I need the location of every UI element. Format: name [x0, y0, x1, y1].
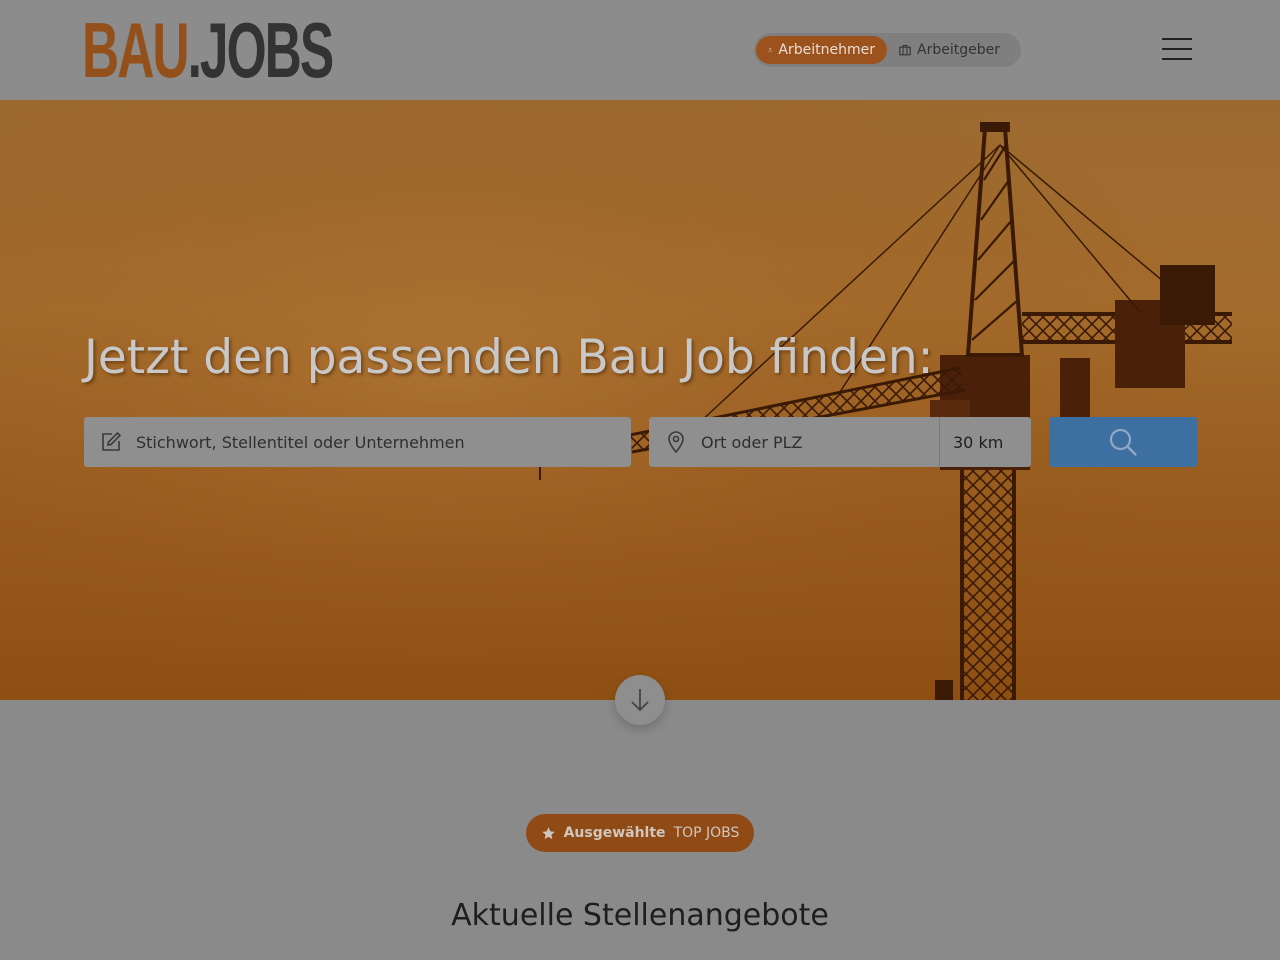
edit-icon	[102, 431, 122, 451]
map-pin-icon	[668, 431, 684, 454]
radius-select[interactable]: 30 km	[939, 417, 1031, 467]
keyword-input[interactable]	[136, 417, 631, 467]
role-button-arbeitgeber[interactable]: Arbeitgeber	[887, 36, 1012, 64]
hamburger-icon[interactable]	[1162, 36, 1192, 62]
site-header: BAU .JOBS Arbeitnehmer Arbeitgeber	[0, 0, 1280, 100]
arrow-down-icon	[631, 689, 649, 712]
location-search-field[interactable]: 30 km	[649, 417, 1031, 467]
role-label-arbeitnehmer: Arbeitnehmer	[778, 42, 875, 58]
site-logo[interactable]: BAU .JOBS	[82, 6, 335, 94]
top-jobs-label: TOP JOBS	[673, 825, 740, 841]
person-icon	[768, 48, 773, 53]
logo-bau: BAU	[82, 6, 190, 94]
hero-section: Jetzt den passenden Bau Job finden: 30 k…	[0, 100, 1280, 700]
role-button-arbeitnehmer[interactable]: Arbeitnehmer	[756, 36, 887, 64]
search-button[interactable]	[1049, 417, 1197, 467]
section-title: Aktuelle Stellenangebote	[451, 898, 829, 933]
keyword-search-field[interactable]	[84, 417, 631, 467]
scroll-down-button[interactable]	[615, 675, 665, 725]
logo-jobs: .JOBS	[187, 6, 335, 94]
search-icon	[1109, 428, 1137, 456]
briefcase-icon	[899, 44, 911, 56]
role-switch: Arbeitnehmer Arbeitgeber	[754, 33, 1021, 67]
top-jobs-label-bold: Ausgewählte	[563, 825, 666, 841]
location-input[interactable]	[701, 417, 939, 467]
star-icon	[541, 826, 555, 839]
role-label-arbeitgeber: Arbeitgeber	[917, 42, 1000, 58]
hero-title: Jetzt den passenden Bau Job finden:	[84, 330, 934, 385]
crane-background-image	[0, 100, 1280, 700]
top-jobs-badge: Ausgewählte TOP JOBS	[526, 814, 754, 852]
